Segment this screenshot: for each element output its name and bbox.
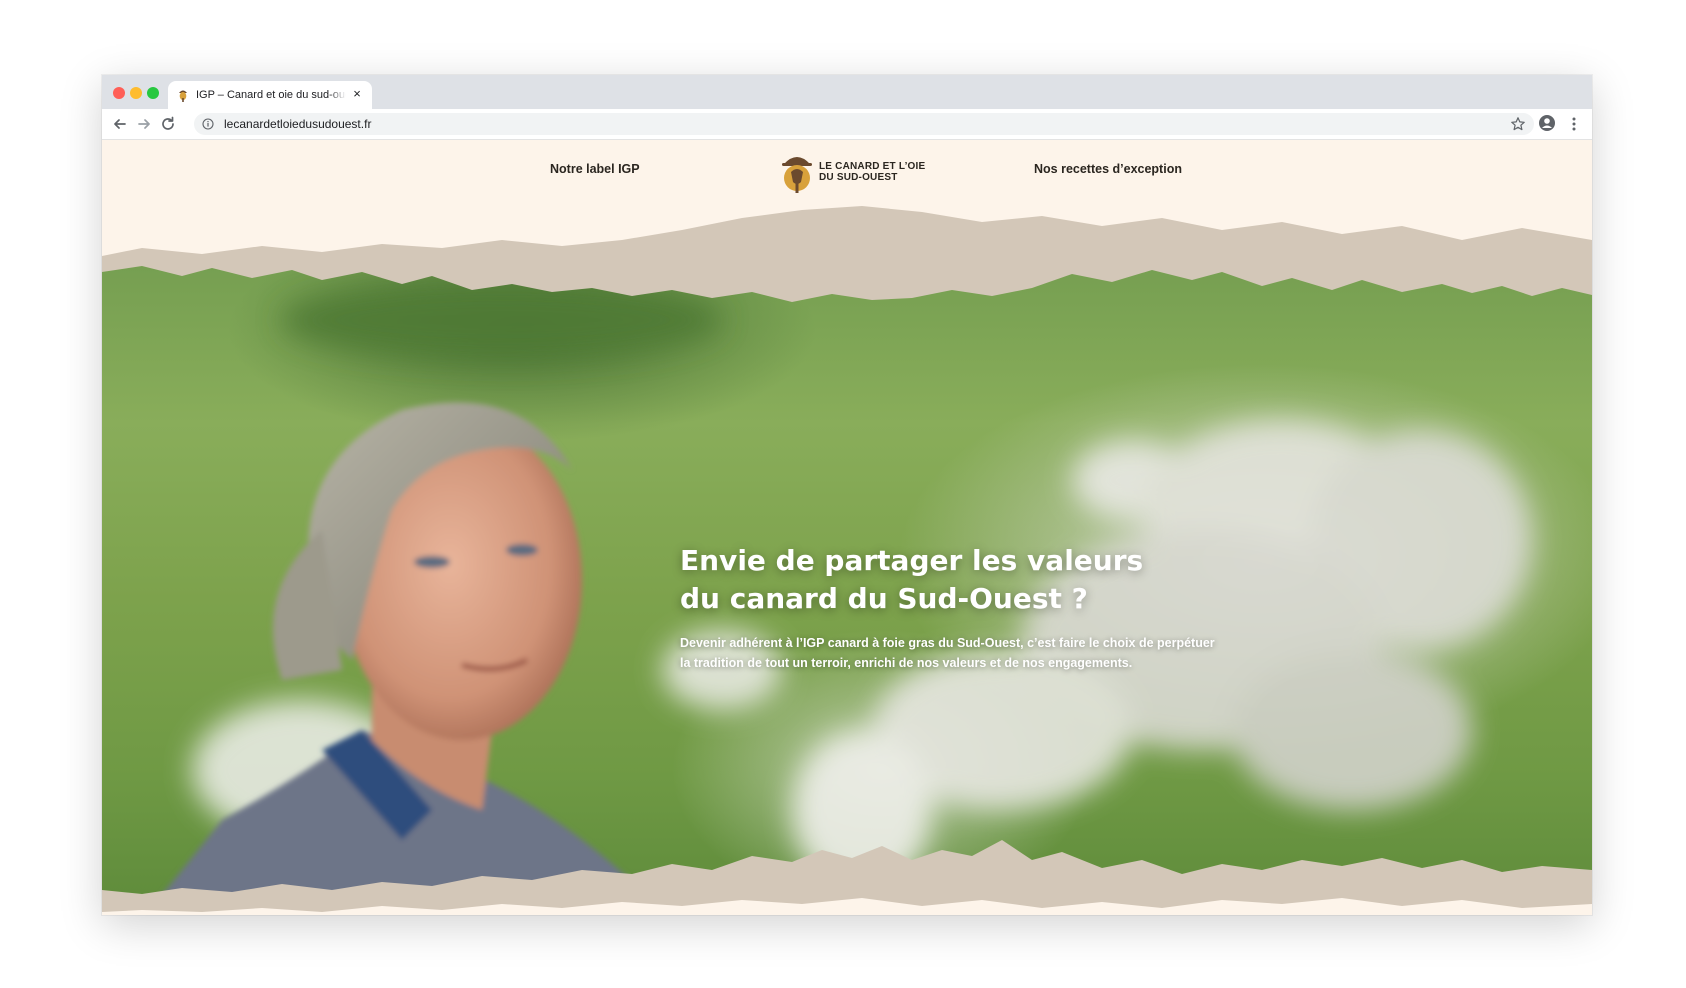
close-window-button[interactable] bbox=[113, 87, 125, 99]
browser-window: IGP – Canard et oie du sud-ouest × lecan… bbox=[102, 75, 1592, 915]
arrow-left-icon[interactable] bbox=[110, 114, 130, 134]
address-bar[interactable]: lecanardetloiedusudouest.fr bbox=[194, 113, 1534, 135]
site-logo[interactable]: LE CANARD ET L’OIE DU SUD-OUEST bbox=[780, 152, 940, 196]
url-text[interactable]: lecanardetloiedusudouest.fr bbox=[224, 117, 371, 131]
logo-line-2: DU SUD-OUEST bbox=[819, 171, 898, 183]
hero-description-line-1: Devenir adhérent à l’IGP canard à foie g… bbox=[680, 636, 1215, 650]
logo-line-1: LE CANARD ET L’OIE bbox=[819, 161, 926, 172]
torn-paper-bottom bbox=[102, 840, 1592, 915]
nav-link-label-igp[interactable]: Notre label IGP bbox=[550, 162, 640, 176]
browser-tab[interactable]: IGP – Canard et oie du sud-ouest × bbox=[168, 81, 372, 109]
close-tab-icon[interactable]: × bbox=[350, 87, 364, 101]
profile-icon[interactable] bbox=[1538, 114, 1556, 132]
minimize-window-button[interactable] bbox=[130, 87, 142, 99]
hero-copy: Envie de partager les valeurs du canard … bbox=[680, 542, 1240, 673]
hero-description-line-2: la tradition de tout un terroir, enrichi… bbox=[680, 655, 1133, 670]
maximize-window-button[interactable] bbox=[147, 87, 159, 99]
hero-title: Envie de partager les valeurs du canard … bbox=[680, 542, 1240, 618]
duck-farmer-logo-icon bbox=[782, 157, 812, 193]
browser-toolbar: lecanardetloiedusudouest.fr bbox=[102, 109, 1592, 140]
web-page: Envie de partager les valeurs du canard … bbox=[102, 140, 1592, 915]
tab-strip: IGP – Canard et oie du sud-ouest × bbox=[102, 75, 1592, 109]
torn-paper-top bbox=[102, 200, 1592, 302]
info-icon[interactable] bbox=[202, 118, 214, 130]
kebab-menu-icon[interactable] bbox=[1566, 115, 1582, 133]
star-icon[interactable] bbox=[1510, 116, 1526, 132]
logo-text: LE CANARD ET L’OIE DU SUD-OUEST bbox=[819, 161, 943, 183]
arrow-right-icon[interactable] bbox=[134, 114, 154, 134]
hero-description: Devenir adhérent à l’IGP canard à foie g… bbox=[680, 634, 1240, 673]
tab-title: IGP – Canard et oie du sud-ouest bbox=[196, 89, 346, 101]
nav-link-recipes[interactable]: Nos recettes d’exception bbox=[1034, 162, 1182, 176]
favicon-icon bbox=[179, 90, 187, 102]
hero-title-line-1: Envie de partager les valeurs bbox=[680, 544, 1144, 577]
hero-title-line-2: du canard du Sud-Ouest ? bbox=[680, 582, 1088, 615]
site-header: Notre label IGP LE CANARD ET L’OIE DU SU… bbox=[464, 140, 1239, 201]
reload-icon[interactable] bbox=[158, 114, 178, 134]
